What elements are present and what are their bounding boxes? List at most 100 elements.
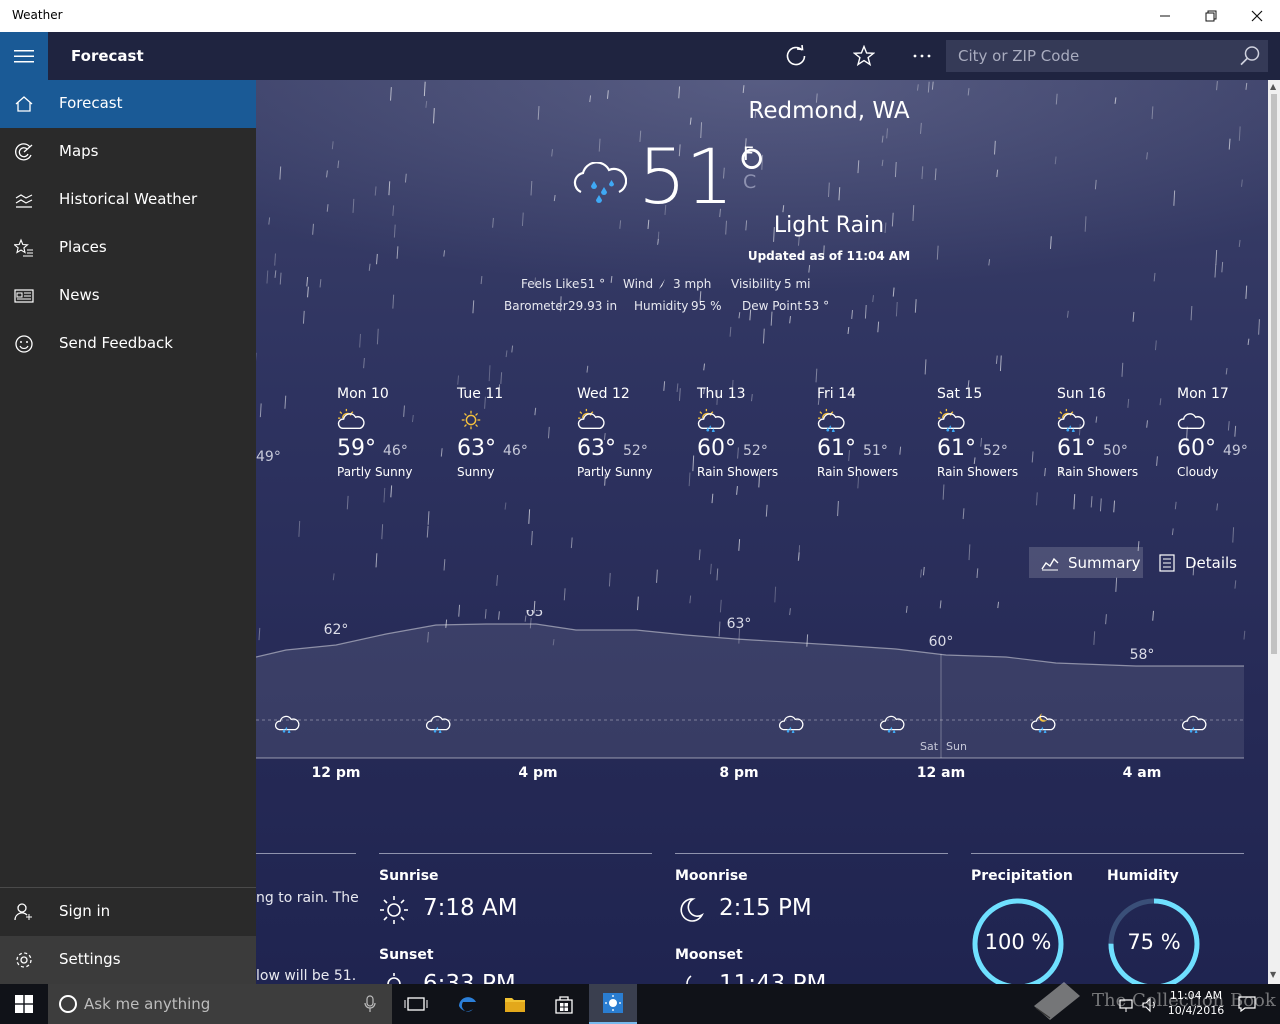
partly-sunny-icon [337,408,365,429]
hamburger-menu-button[interactable] [0,32,48,80]
hourly-temp-label: 62° [324,622,349,638]
summary-text-line-2: low will be 51. [256,968,357,984]
close-button[interactable] [1234,0,1280,32]
humidity-value: 95 % [691,299,722,313]
more-icon [913,54,931,58]
day-name: Thu 13 [697,386,746,402]
scrollbar-thumb[interactable] [1271,94,1277,654]
hourly-time-label: 12 am [916,765,966,781]
file-explorer-taskbar-button[interactable] [491,984,539,1024]
partly-sunny-icon [577,408,605,429]
nav-item-places[interactable]: Places [0,224,256,272]
day-forecast-card[interactable]: Tue 11 63° 46° Sunny [457,386,567,479]
network-icon[interactable] [1118,997,1136,1013]
day-high: 59° [337,436,376,461]
refresh-button[interactable] [772,32,820,80]
search-button[interactable] [1238,44,1262,68]
cloudy-icon [1177,413,1205,429]
day-low: 52° [983,443,1008,459]
day-forecast-card[interactable]: Mon 17 60° 49° Cloudy [1177,386,1268,479]
day-high: 63° [457,436,496,461]
sunset-time: 6:33 PM [423,971,516,984]
day-forecast-card[interactable]: Wed 12 63° 52° Partly Sunny [577,386,687,479]
moonrise-label: Moonrise [675,868,748,884]
hourly-time-label: 4 pm [518,765,558,781]
edge-taskbar-button[interactable] [443,984,491,1024]
humidity-label: Humidity [634,299,689,313]
minimize-button[interactable] [1142,0,1188,32]
start-button[interactable] [0,984,48,1024]
summary-tab[interactable]: Summary [1029,547,1143,578]
nav-item-send-feedback[interactable]: Send Feedback [0,320,256,368]
store-taskbar-button[interactable] [540,984,588,1024]
more-options-button[interactable] [898,32,946,80]
system-clock[interactable]: 11:04 AM 10/4/2016 [1166,988,1226,1018]
clock-date: 10/4/2016 [1167,1004,1225,1017]
cortana-icon [59,995,77,1013]
partial-day-low: 49° [256,449,281,465]
day-icon-wrap [937,408,1047,434]
summary-tab-label: Summary [1068,553,1141,572]
moonset-icon [686,975,692,984]
weather-taskbar-button[interactable] [589,984,637,1024]
day-low: 46° [503,443,528,459]
navigation-pane: Forecast Maps Historical Weather Places … [0,80,256,984]
rain-showers-icon [817,408,845,433]
favorite-button[interactable] [840,32,888,80]
day-name: Mon 17 [1177,386,1229,402]
nav-item-label: Maps [59,142,99,160]
sunset-label: Sunset [379,947,434,963]
vertical-scrollbar[interactable]: ▲ ▼ [1268,80,1280,984]
day-forecast-card[interactable]: Mon 10 59° 46° Partly Sunny [337,386,447,479]
scroll-up-arrow-icon[interactable]: ▲ [1270,82,1276,91]
cortana-search-box[interactable]: Ask me anything [48,984,392,1024]
hourly-temp-label: 58° [1130,647,1155,663]
sunrise-icon [380,896,408,924]
details-list-icon [1159,553,1175,572]
weather-app-icon [603,993,623,1013]
day-temps: 63° 52° [577,436,687,461]
day-high: 60° [1177,436,1216,461]
summary-panel-divider [256,853,356,854]
microphone-icon[interactable] [364,995,376,1013]
action-center-icon[interactable] [1238,996,1256,1012]
day-forecast-card[interactable]: Fri 14 61° 51° Rain Showers [817,386,927,479]
sunrise-label: Sunrise [379,868,439,884]
dew-point-label: Dew Point [742,299,803,313]
day-icon-wrap [577,408,687,434]
day-forecast-card[interactable]: Sat 15 61° 52° Rain Showers [937,386,1047,479]
day-icon-wrap [697,408,807,434]
nav-item-maps[interactable]: Maps [0,128,256,176]
day-condition: Rain Showers [937,465,1019,479]
restore-button[interactable] [1188,0,1234,32]
person-add-icon [14,903,32,921]
nav-item-label: Places [59,238,107,256]
moonrise-icon [680,898,704,922]
precipitation-value: 100 % [984,930,1052,954]
nav-item-historical-weather[interactable]: Historical Weather [0,176,256,224]
nav-item-news[interactable]: News [0,272,256,320]
home-icon [15,96,33,112]
clock-time: 11:04 AM [1169,989,1223,1002]
nav-item-label: Forecast [59,94,123,112]
scroll-down-arrow-icon[interactable]: ▼ [1270,970,1276,979]
details-tab[interactable]: Details [1147,547,1242,578]
nav-item-settings[interactable]: Settings [0,936,256,984]
newspaper-icon [14,289,34,303]
nav-item-forecast[interactable]: Forecast [0,80,256,128]
search-input[interactable] [946,40,1226,72]
moonset-label: Moonset [675,947,743,963]
task-view-button[interactable] [392,984,440,1024]
fahrenheit-toggle[interactable]: F [743,143,754,165]
rain-showers-icon [937,408,965,433]
feels-like-value: 51 ° [580,277,606,291]
day-condition: Sunny [457,465,495,479]
volume-icon[interactable] [1141,997,1159,1013]
nav-item-sign-in[interactable]: Sign in [0,888,256,936]
celsius-toggle[interactable]: C [743,171,756,193]
smiley-icon [15,335,33,353]
hourly-temp-label: 60° [929,634,954,650]
day-high: 61° [937,436,976,461]
day-forecast-card[interactable]: Sun 16 61° 50° Rain Showers [1057,386,1167,479]
day-forecast-card[interactable]: Thu 13 60° 52° Rain Showers [697,386,807,479]
